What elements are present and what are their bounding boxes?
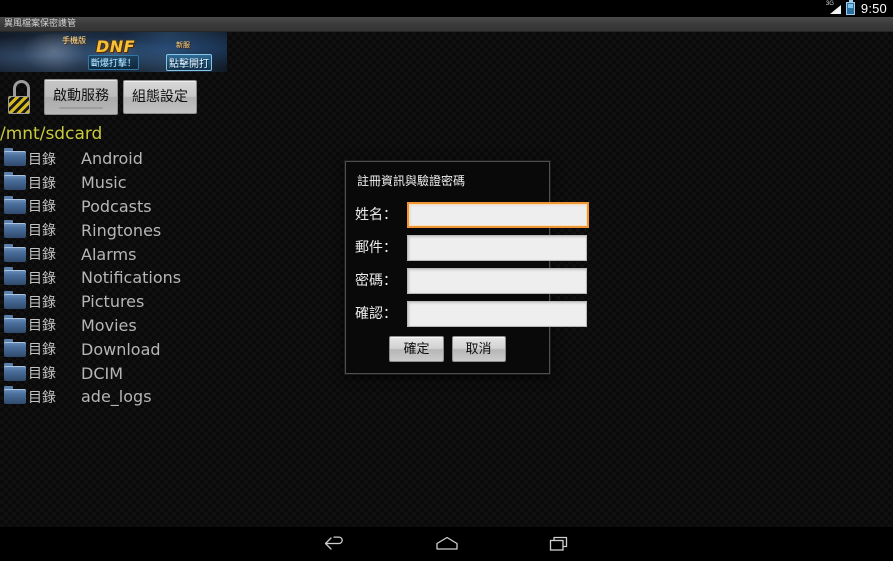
folder-icon [4,172,26,191]
list-item[interactable]: 目錄 Podcasts [0,195,340,219]
email-field-label: 郵件： [355,240,397,256]
registration-dialog: 註冊資訊與驗證密碼 姓名： 郵件： 密碼： 確認： 確定 取消 [345,161,589,374]
app-content-area: 手機版 DNF 斷爆打擊！ 新服 點擊開打 啟動服務 組態設定 /mnt/sdc… [0,32,893,527]
status-icons-group: 3G 9:50 [826,0,887,16]
ad-cta-button[interactable]: 點擊開打 [166,54,212,71]
item-type: 目錄 [28,175,56,192]
back-arrow-icon[interactable] [318,531,352,557]
confirm-field-label: 確認： [355,306,397,322]
start-service-button[interactable]: 啟動服務 [44,79,118,115]
ad-cta-badge: 新服 [176,41,190,49]
folder-icon [4,362,26,381]
dialog-button-row: 確定 取消 [355,336,540,362]
start-service-label: 啟動服務 [53,87,109,103]
list-item[interactable]: 目錄 DCIM [0,361,340,385]
status-clock: 9:50 [860,1,887,16]
dialog-title: 註冊資訊與驗證密碼 [357,174,466,188]
folder-icon [4,291,26,310]
recent-apps-icon[interactable] [542,531,576,557]
item-type: 目錄 [28,223,56,240]
ad-banner[interactable]: 手機版 DNF 斷爆打擊！ 新服 點擊開打 [0,32,227,72]
item-type: 目錄 [28,247,56,264]
signal-bars-shape [829,5,841,14]
home-icon[interactable] [430,531,464,557]
item-type: 目錄 [28,342,56,359]
config-settings-button[interactable]: 組態設定 [123,80,197,114]
battery-icon [845,0,855,15]
app-toolbar: 啟動服務 組態設定 [0,72,893,122]
current-path: /mnt/sdcard [0,124,103,144]
item-type: 目錄 [28,199,56,216]
padlock-body [8,96,30,114]
list-item[interactable]: 目錄 Music [0,171,340,195]
start-service-underline [59,107,103,109]
ad-tagline: 斷爆打擊！ [88,55,140,70]
system-navigation-bar [0,527,893,561]
item-type: 目錄 [28,389,56,406]
email-input[interactable] [407,235,587,261]
list-item[interactable]: 目錄 ade_logs [0,385,340,409]
folder-icon [4,195,26,214]
list-item[interactable]: 目錄 Notifications [0,266,340,290]
item-name: Android [81,149,143,169]
folder-icon [4,219,26,238]
form-row-confirm: 確認： [355,301,587,327]
item-name: ade_logs [81,387,152,407]
item-name: Download [81,339,161,359]
confirm-password-input[interactable] [407,301,587,327]
item-name: Alarms [81,244,137,264]
form-row-email: 郵件： [355,235,587,261]
signal-bars-icon: 3G [826,1,841,15]
list-item[interactable]: 目錄 Android [0,147,340,171]
item-type: 目錄 [28,294,56,311]
list-item[interactable]: 目錄 Pictures [0,290,340,314]
item-name: DCIM [81,363,124,383]
name-field-label: 姓名： [355,207,397,223]
item-name: Notifications [81,268,182,288]
list-item[interactable]: 目錄 Download [0,337,340,361]
folder-icon [4,338,26,357]
item-name: Podcasts [81,196,152,216]
item-name: Music [81,173,127,193]
folder-icon [4,267,26,286]
name-input[interactable] [407,202,589,228]
app-title-bar: 異風檔案保密謢管 [0,17,893,32]
ok-button[interactable]: 確定 [389,336,444,362]
item-name: Pictures [81,292,145,312]
item-name: Ringtones [81,220,162,240]
folder-icon [4,243,26,262]
item-type: 目錄 [28,270,56,287]
item-name: Movies [81,315,137,335]
list-item[interactable]: 目錄 Ringtones [0,218,340,242]
file-list: 目錄 Android 目錄 Music 目錄 Podcasts 目錄 Ringt… [0,147,340,409]
folder-icon [4,148,26,167]
folder-icon [4,314,26,333]
item-type: 目錄 [28,151,56,168]
app-title: 異風檔案保密謢管 [4,18,77,29]
cancel-button[interactable]: 取消 [451,336,506,362]
list-item[interactable]: 目錄 Alarms [0,242,340,266]
list-item[interactable]: 目錄 Movies [0,314,340,338]
folder-icon [4,386,26,405]
config-settings-label: 組態設定 [132,88,188,104]
system-status-bar: 3G 9:50 [0,0,893,17]
open-padlock-icon [6,80,32,114]
form-row-password: 密碼： [355,268,587,294]
password-field-label: 密碼： [355,273,397,289]
item-type: 目錄 [28,318,56,335]
item-type: 目錄 [28,366,56,383]
ad-brand-logo: DNF [96,37,136,56]
ad-mobile-tag: 手機版 [62,36,86,45]
form-row-name: 姓名： [355,202,589,228]
password-input[interactable] [407,268,587,294]
